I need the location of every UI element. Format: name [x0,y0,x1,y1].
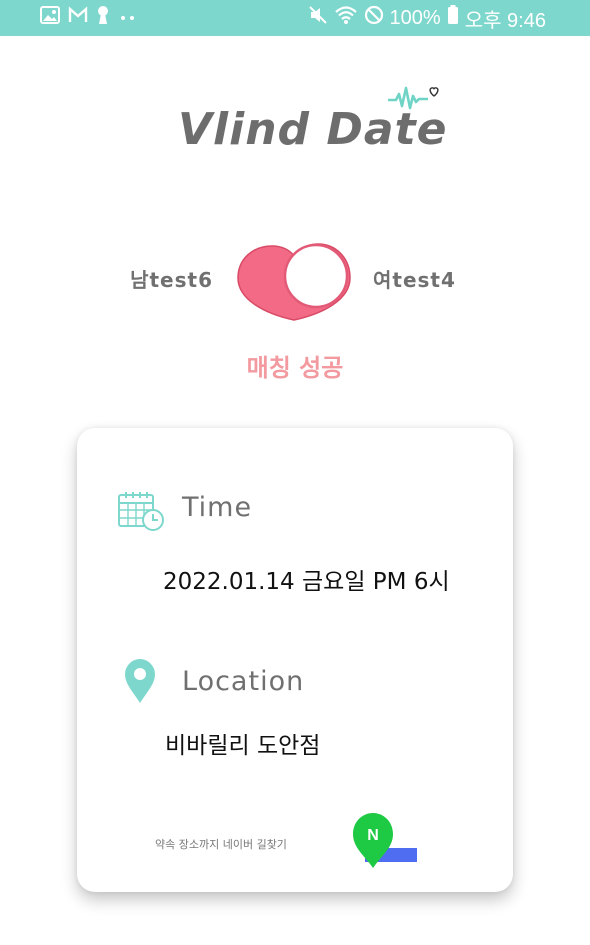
location-label: Location [182,666,305,697]
match-status: 매칭 성공 [246,354,344,382]
naver-map-icon[interactable]: N [349,810,421,874]
mute-icon [308,5,328,31]
clock: 오후 9:46 [464,9,546,32]
battery-percent: 100% [389,6,441,29]
location-pin-icon [123,658,157,708]
heartbeat-icon [388,84,442,118]
status-bar: 100% 오후 9:46 [0,0,590,36]
male-name: 남test6 [130,268,213,292]
app-logo: Vlind Date [170,82,446,162]
svg-text:N: N [367,827,379,844]
mail-icon [68,6,88,30]
keyhole-icon [96,5,110,31]
blocked-icon [364,5,384,31]
naver-navigation-link[interactable]: 약속 장소까지 네이버 길찾기 [155,836,287,852]
more-dots-icon [118,7,138,29]
appointment-card: Time 2022.01.14 금요일 PM 6시 Location 비바릴리 … [77,428,513,892]
match-row: 남test6 여test4 [0,240,590,330]
calendar-clock-icon [117,490,165,536]
time-value: 2022.01.14 금요일 PM 6시 [163,569,450,595]
location-value: 비바릴리 도안점 [165,733,321,759]
heart-toggle-icon [236,240,354,330]
time-label: Time [182,492,253,523]
gallery-icon [40,6,60,30]
battery-icon [447,5,459,31]
female-name: 여test4 [373,268,456,292]
wifi-icon [334,5,358,31]
